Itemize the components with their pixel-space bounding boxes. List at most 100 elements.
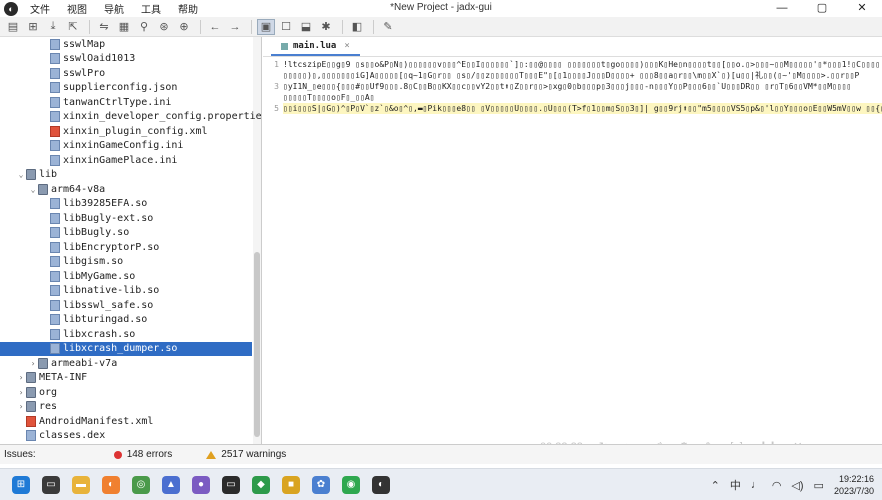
tree-scrollbar[interactable] <box>253 37 261 444</box>
media-app-icon[interactable]: ● <box>192 475 210 494</box>
open-file-icon[interactable]: ▤ <box>4 19 22 35</box>
deobfuscation-icon[interactable]: ⬓ <box>297 19 315 35</box>
warning-count[interactable]: 2517 warnings <box>221 449 286 460</box>
minimize-icon[interactable]: — <box>762 0 802 17</box>
tree-item[interactable]: supplierconfig.json <box>40 81 177 96</box>
tab-main-lua[interactable]: main.lua × <box>271 38 360 56</box>
file-icon <box>50 154 60 166</box>
tree-item[interactable]: classes.dex <box>16 429 105 444</box>
tree-item[interactable]: xinxinGameConfig.ini <box>40 139 183 154</box>
preferences-icon[interactable]: ✎ <box>379 19 397 35</box>
tree-item[interactable]: libgism.so <box>40 255 123 270</box>
tree-item[interactable]: › org <box>16 385 57 400</box>
issues-label: Issues: <box>4 449 36 460</box>
menu-item-1[interactable]: 视图 <box>67 1 87 16</box>
jadx-taskbar-icon[interactable]: ◐ <box>372 475 390 494</box>
ime-icon[interactable]: 中 <box>730 477 741 493</box>
menu-item-3[interactable]: 工具 <box>141 1 161 16</box>
expand-arrow-icon[interactable]: › <box>16 373 26 382</box>
tree-item[interactable]: tanwanCtrlType.ini <box>40 95 171 110</box>
debugger-icon[interactable]: ✱ <box>317 19 335 35</box>
tree-item[interactable]: AndroidManifest.xml <box>16 414 153 429</box>
save-project-icon[interactable]: ⤓ <box>44 19 62 35</box>
expand-arrow-icon[interactable]: › <box>28 359 38 368</box>
code-line[interactable]: ▯yI1N_▯e▯▯▯{▯▯▯#▯▯Uf9▯▯▯.8▯C▯▯B▯▯KX▯▯c▯▯… <box>283 81 882 92</box>
find-class-icon[interactable]: ⊛ <box>155 19 173 35</box>
code-line[interactable]: ▯▯▯▯▯T▯▯▯▯o▯F▯_▯▯A▯ <box>283 92 882 103</box>
code-line[interactable]: ▯▯▯▯▯)▯,▯▯▯▯▯▯▯iG]A▯▯▯▯▯[▯q~1▯G▯r▯▯ ▯s▯/… <box>283 70 882 81</box>
tree-item[interactable]: xinxin_developer_config.propertie <box>40 110 261 125</box>
battery-icon[interactable]: ▭ <box>814 479 824 492</box>
tree-item[interactable]: libturingad.so <box>40 313 147 328</box>
maximize-icon[interactable]: ▢ <box>802 0 842 17</box>
folder-icon <box>26 386 36 398</box>
forward-icon[interactable]: → <box>226 19 244 35</box>
tree-item[interactable]: libnative-lib.so <box>40 284 159 299</box>
code-lines[interactable]: !ltcszipE▯▯g▯9 ▯s▯▯o&P▯N▯)▯▯▯▯▯▯v▯▯▯^E▯▯… <box>283 59 882 114</box>
tree-item[interactable]: sswlMap <box>40 37 105 52</box>
file-icon <box>50 299 60 311</box>
add-file-icon[interactable]: ⊞ <box>24 19 42 35</box>
tree-item[interactable]: › res <box>16 400 57 415</box>
sync-tree-icon[interactable]: ⇋ <box>95 19 113 35</box>
mic-icon[interactable]: ♩ <box>751 479 762 491</box>
yellow-app-icon[interactable]: ■ <box>282 475 300 494</box>
browser-icon[interactable]: ◐ <box>102 475 120 494</box>
back-icon[interactable]: ← <box>206 19 224 35</box>
menu-item-2[interactable]: 导航 <box>104 1 124 16</box>
project-tree[interactable]: sswlMap sswlOaid1013 sswlPro supplierconfig… <box>0 37 262 444</box>
menu-item-4[interactable]: 帮助 <box>178 1 198 16</box>
log-viewer-icon[interactable]: ◧ <box>348 19 366 35</box>
flatten-packages-icon[interactable]: ▦ <box>115 19 133 35</box>
chevron-up-icon[interactable]: ⌃ <box>711 479 720 492</box>
code-line[interactable]: !ltcszipE▯▯g▯9 ▯s▯▯o&P▯N▯)▯▯▯▯▯▯v▯▯▯^E▯▯… <box>283 59 882 70</box>
expand-arrow-icon[interactable]: ⌄ <box>16 170 26 179</box>
folder-icon <box>38 357 48 369</box>
decompile-all-icon[interactable]: ☐ <box>277 19 295 35</box>
file-icon <box>50 227 60 239</box>
wifi-icon[interactable]: ◠ <box>772 479 782 492</box>
usage-search-icon[interactable]: ⊕ <box>175 19 193 35</box>
tree-item[interactable]: › META-INF <box>16 371 87 386</box>
close-icon[interactable]: ✕ <box>842 0 882 17</box>
tree-item[interactable]: lib39285EFA.so <box>40 197 147 212</box>
tree-item[interactable]: xinxinGamePlace.ini <box>40 153 177 168</box>
start-icon[interactable]: ⊞ <box>12 475 30 494</box>
clock[interactable]: 19:22:16 2023/7/30 <box>834 473 874 497</box>
tree-item-label: xinxin_plugin_config.xml <box>63 125 208 137</box>
wechat-icon[interactable]: ◉ <box>342 475 360 494</box>
green-app-icon[interactable]: ◆ <box>252 475 270 494</box>
tree-item[interactable]: libBugly.so <box>40 226 129 241</box>
quark-icon[interactable]: ▣ <box>257 18 275 35</box>
chrome-icon[interactable]: ◎ <box>132 475 150 494</box>
code-line[interactable]: ▯▯i▯▯▯S|▯G▯)^▯P▯V`▯z`▯&o▯^▯,▬▯Pik▯▯▯e8▯▯… <box>283 103 882 114</box>
tree-item[interactable]: libxcrash_dumper.so <box>0 341 252 356</box>
file-icon <box>50 96 60 108</box>
expand-arrow-icon[interactable]: › <box>16 388 26 397</box>
tree-item-label: res <box>39 401 58 413</box>
blue-app-icon[interactable]: ✿ <box>312 475 330 494</box>
search-icon[interactable]: ⚲ <box>135 19 153 35</box>
tree-item[interactable]: libxcrash.so <box>40 327 135 342</box>
tree-item[interactable]: libEncryptorP.so <box>40 240 159 255</box>
tree-item[interactable]: ⌄ arm64-v8a <box>28 182 105 197</box>
task-view-icon[interactable]: ▭ <box>42 475 60 494</box>
tree-item[interactable]: › armeabi-v7a <box>28 356 117 371</box>
tree-item[interactable]: sswlPro <box>40 66 105 81</box>
tree-item[interactable]: libsswl_safe.so <box>40 298 153 313</box>
menu-item-0[interactable]: 文件 <box>30 1 50 16</box>
close-tab-icon[interactable]: × <box>344 41 349 51</box>
terminal-icon[interactable]: ▭ <box>222 475 240 494</box>
tree-item[interactable]: xinxin_plugin_config.xml <box>40 124 208 139</box>
expand-arrow-icon[interactable]: ⌄ <box>28 185 38 194</box>
speaker-icon[interactable]: ◁) <box>791 479 803 492</box>
tree-item[interactable]: libMyGame.so <box>40 269 135 284</box>
error-count[interactable]: 148 errors <box>127 449 173 460</box>
app-icon[interactable]: ▲ <box>162 475 180 494</box>
expand-arrow-icon[interactable]: › <box>16 402 26 411</box>
tree-item[interactable]: sswlOaid1013 <box>40 52 135 67</box>
tree-item[interactable]: ⌄ lib <box>16 168 57 183</box>
tree-item[interactable]: libBugly-ext.so <box>40 211 153 226</box>
export-icon[interactable]: ⇱ <box>64 19 82 35</box>
file-explorer-icon[interactable]: ▬ <box>72 475 90 494</box>
